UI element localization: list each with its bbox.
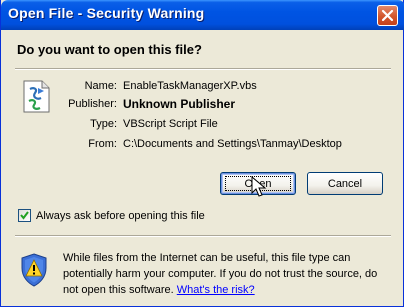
window-title: Open File - Security Warning <box>8 5 205 21</box>
checkmark-icon <box>20 211 29 220</box>
dialog-question: Do you want to open this file? <box>17 42 202 57</box>
security-shield-icon <box>21 253 47 287</box>
publisher-value: Unknown Publisher <box>123 97 236 111</box>
name-label: Name: <box>84 80 117 92</box>
always-ask-checkbox[interactable] <box>18 209 31 222</box>
mouse-pointer-icon <box>251 176 267 197</box>
always-ask-label[interactable]: Always ask before opening this file <box>36 210 205 222</box>
warning-message: While files from the Internet can be use… <box>63 250 393 298</box>
close-button[interactable] <box>377 5 398 26</box>
security-warning-dialog: Open File - Security Warning Do you want… <box>0 0 404 307</box>
name-value: EnableTaskManagerXP.vbs <box>123 80 257 92</box>
top-divider <box>15 68 391 70</box>
publisher-label: Publisher: <box>68 98 117 110</box>
cancel-button[interactable]: Cancel <box>307 172 383 195</box>
from-value: C:\Documents and Settings\Tanmay\Desktop <box>123 138 342 150</box>
bottom-divider <box>15 235 391 237</box>
whats-the-risk-link[interactable]: What's the risk? <box>177 284 255 296</box>
from-label: From: <box>88 138 117 150</box>
cancel-button-label: Cancel <box>327 177 363 190</box>
type-label: Type: <box>90 118 117 130</box>
close-icon <box>381 9 394 22</box>
title-bar[interactable]: Open File - Security Warning <box>1 0 404 30</box>
type-value: VBScript Script File <box>123 118 218 130</box>
